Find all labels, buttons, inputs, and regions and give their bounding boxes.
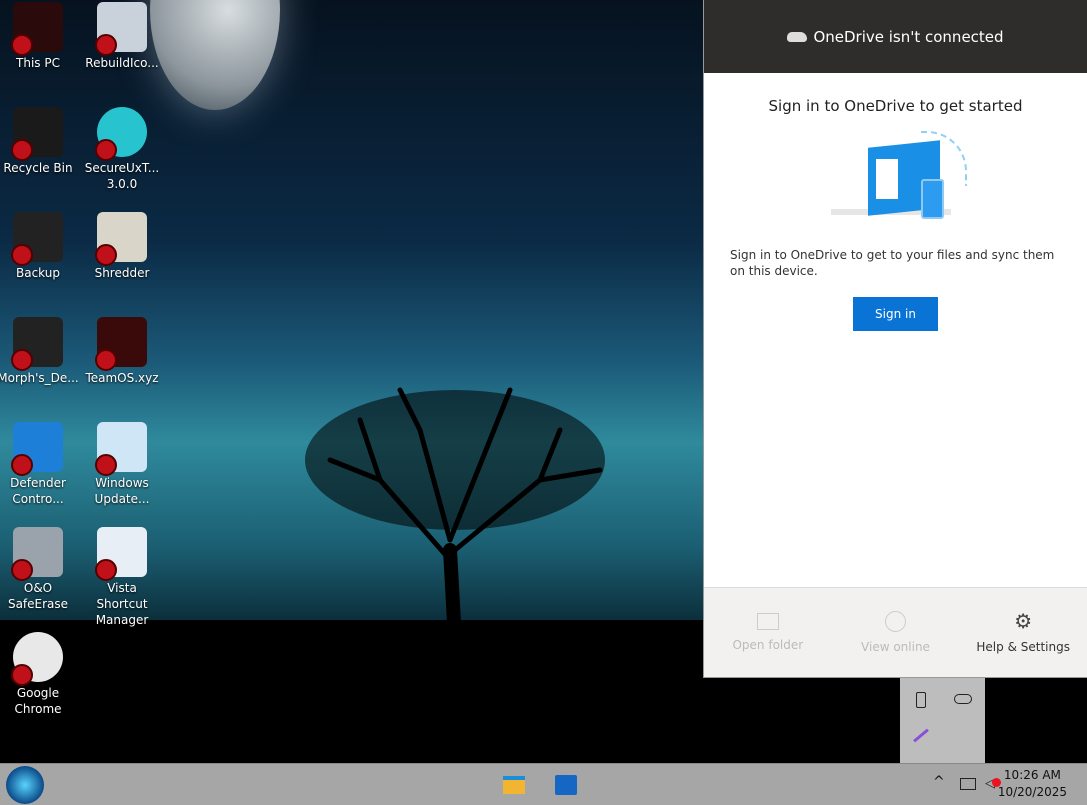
show-hidden-icons-chevron-icon[interactable]: ^ [933,774,945,790]
desktop-icon-label: Morph's_De... [0,371,79,385]
desktop-icon[interactable]: This PC [0,2,80,71]
desktop-icon-label: SecureUxT... 3.0.0 [84,161,160,191]
help-settings-button[interactable]: ⚙ Help & Settings [959,588,1087,677]
app-icon [11,527,63,581]
view-online-button[interactable]: View online [832,588,960,677]
desktop-icon-label: Backup [16,266,60,280]
onedrive-description: Sign in to OneDrive to get to your files… [730,248,1055,278]
app-icon [95,2,147,56]
desktop-icon[interactable]: TeamOS.xyz [80,317,164,386]
app-icon [95,317,147,371]
devices-illustration-icon [821,129,971,229]
desktop-icon[interactable]: Google Chrome [0,632,80,717]
desktop-icon-label: Windows Update... [94,476,150,506]
help-settings-label: Help & Settings [976,640,1070,654]
desktop-icon[interactable]: Morph's_De... [0,317,80,386]
wallpaper-tree [305,387,605,640]
onedrive-footer: Open folder View online ⚙ Help & Setting… [704,587,1087,677]
sign-in-button[interactable]: Sign in [853,297,938,331]
desktop-icon-label: TeamOS.xyz [85,371,159,385]
tray-overflow [900,678,985,763]
open-folder-label: Open folder [732,638,804,652]
start-button[interactable] [6,766,44,804]
cloud-icon [787,31,808,42]
desktop-icon[interactable]: O&O SafeErase [0,527,80,612]
desktop-icon[interactable]: Defender Contro... [0,422,80,507]
app-icon [11,212,63,266]
desktop-icon[interactable]: Backup [0,212,80,281]
app-icon [95,212,147,266]
app-icon [11,107,63,161]
app-icon [95,422,147,476]
store-icon[interactable] [555,775,577,795]
network-icon[interactable] [960,778,976,790]
app-icon [11,317,63,371]
header-text: OneDrive isn't connected [813,27,1004,46]
desktop-icon[interactable]: Recycle Bin [0,107,80,176]
onedrive-flyout: OneDrive isn't connected Sign in to OneD… [703,0,1087,678]
desktop-icon-label: Google Chrome [14,686,62,716]
onedrive-header: OneDrive isn't connected [704,0,1087,73]
usb-drive-icon[interactable] [916,692,926,708]
desktop-icon-label: Recycle Bin [3,161,73,175]
pen-icon[interactable] [913,728,929,743]
desktop-icon-label: Vista Shortcut Manager [95,581,149,627]
view-online-label: View online [861,640,930,654]
clock-time: 10:26 AM [1003,768,1061,782]
onedrive-offline-icon[interactable] [954,694,972,704]
desktop-icon[interactable]: Vista Shortcut Manager [80,527,164,628]
desktop-icon-label: Shredder [94,266,150,280]
onedrive-title: Sign in to OneDrive to get started [768,97,1023,115]
app-icon [95,107,147,161]
open-folder-button[interactable]: Open folder [704,588,832,677]
desktop-icon-label: Defender Contro... [10,476,66,506]
taskbar: ^ ◁ 10:26 AM 10/20/2025 [0,763,1087,805]
clock[interactable]: 10:26 AM 10/20/2025 [998,767,1067,801]
desktop-icon[interactable]: Windows Update... [80,422,164,507]
desktop-icon-label: This PC [16,56,60,70]
file-explorer-icon[interactable] [503,776,525,794]
folder-icon [756,613,779,630]
app-icon [11,2,63,56]
globe-icon [885,611,906,632]
desktop-icon[interactable]: RebuildIco... [80,2,164,71]
app-icon [11,422,63,476]
gear-icon: ⚙ [1014,609,1033,633]
desktop-icon-label: RebuildIco... [85,56,159,70]
wallpaper-moon [150,0,280,110]
desktop-icon[interactable]: SecureUxT... 3.0.0 [80,107,164,192]
app-icon [11,632,63,686]
desktop-icon[interactable]: Shredder [80,212,164,281]
desktop-icon-label: O&O SafeErase [7,581,69,611]
clock-date: 10/20/2025 [997,785,1067,799]
app-icon [95,527,147,581]
